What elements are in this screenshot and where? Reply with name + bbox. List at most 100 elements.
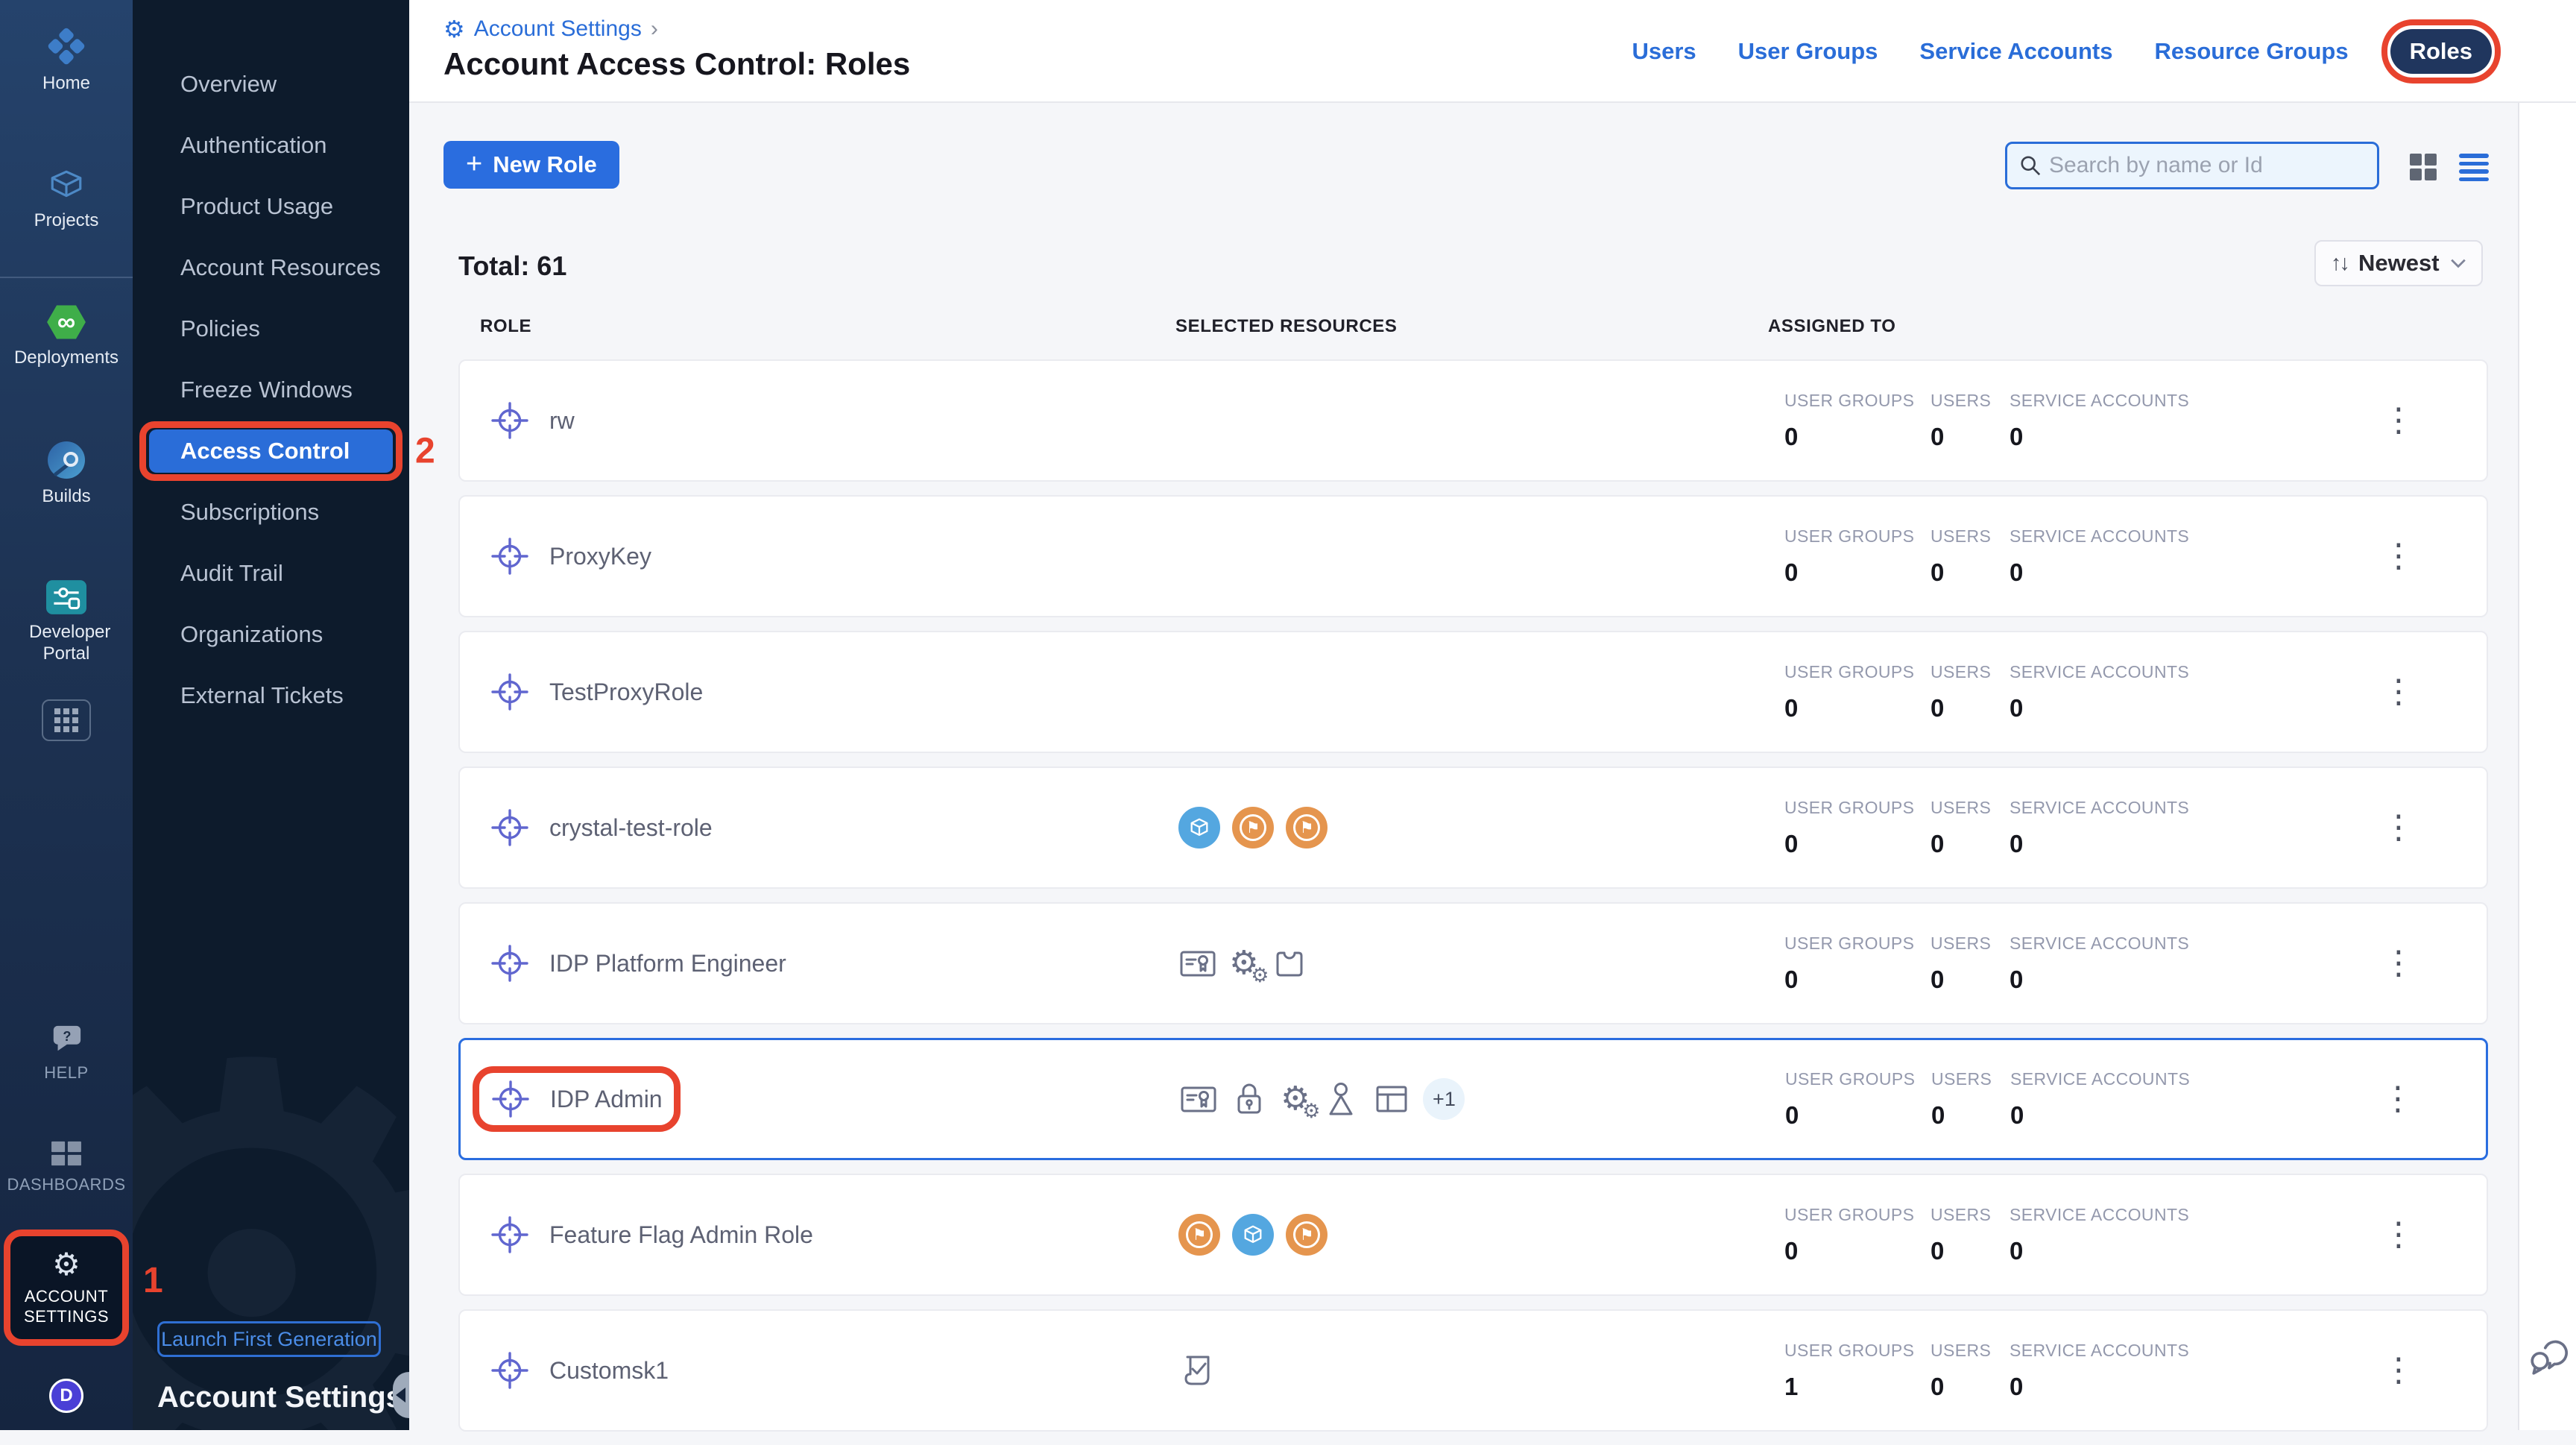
- sidebar-item-external-tickets[interactable]: External Tickets: [133, 665, 409, 726]
- main-content: ⚙ Account Settings › Account Access Cont…: [409, 0, 2576, 1430]
- kebab-menu-icon[interactable]: ⋮: [2382, 1354, 2415, 1387]
- role-row[interactable]: ProxyKey USER GROUPS 0 USERS 0 SERVICE A…: [458, 495, 2488, 617]
- rail-item-projects[interactable]: Projects: [0, 166, 133, 232]
- stat-value-users: 0: [1931, 423, 2010, 451]
- rail-label: HELP: [44, 1063, 88, 1083]
- role-row[interactable]: Customsk1 USER GROUPS 1 USERS 0 SERVICE …: [458, 1309, 2488, 1432]
- role-name: IDP Admin: [550, 1086, 663, 1113]
- role-assigned-to: USER GROUPS 1 USERS 0 SERVICE ACCOUNTS 0: [1771, 1341, 2487, 1401]
- rail-item-account-settings[interactable]: ⚙ ACCOUNT SETTINGS 1: [9, 1236, 124, 1339]
- chevron-right-icon: ›: [651, 16, 658, 42]
- plus-icon: +: [466, 150, 482, 178]
- role-row[interactable]: rw USER GROUPS 0 USERS 0 SERVICE ACCOUNT…: [458, 359, 2488, 482]
- role-row[interactable]: TestProxyRole USER GROUPS 0 USERS 0 SERV…: [458, 631, 2488, 753]
- role-cell: Customsk1: [460, 1350, 1178, 1391]
- stat-group: USER GROUPS 0: [1784, 526, 1931, 587]
- chevron-down-icon: [2450, 258, 2466, 268]
- kebab-menu-icon[interactable]: ⋮: [2381, 1083, 2414, 1115]
- role-row[interactable]: crystal-test-role ⚑⚑ USER GROUPS 0 USERS…: [458, 766, 2488, 889]
- flag-orange-icon: ⚑: [1178, 1214, 1220, 1256]
- sidebar-item-audit-trail[interactable]: Audit Trail: [133, 543, 409, 604]
- stat-group: USERS 0: [1931, 391, 2010, 451]
- kebab-menu-icon[interactable]: ⋮: [2382, 676, 2415, 708]
- tab-users[interactable]: Users: [1632, 38, 1696, 65]
- column-header-selected-resources: SELECTED RESOURCES: [1175, 316, 1398, 337]
- role-identity[interactable]: Feature Flag Admin Role: [490, 1215, 813, 1255]
- role-name: Feature Flag Admin Role: [549, 1221, 813, 1249]
- kebab-menu-icon[interactable]: ⋮: [2382, 540, 2415, 573]
- tab-user-groups[interactable]: User Groups: [1738, 38, 1878, 65]
- gear-icon: ⚙: [52, 1249, 80, 1280]
- role-cell: Feature Flag Admin Role: [460, 1215, 1178, 1255]
- role-identity[interactable]: rw: [490, 400, 575, 441]
- settings-gear-icon: ⚙: [443, 17, 465, 41]
- flag-orange-icon: ⚑: [1232, 807, 1274, 849]
- kebab-menu-icon[interactable]: ⋮: [2382, 811, 2415, 844]
- rail-label: Home: [42, 73, 90, 95]
- check-doc-icon: [1178, 1351, 1217, 1390]
- role-row[interactable]: Feature Flag Admin Role ⚑⚑ USER GROUPS 0…: [458, 1174, 2488, 1296]
- role-identity[interactable]: ProxyKey: [490, 536, 651, 576]
- tab-service-accounts[interactable]: Service Accounts: [1919, 38, 2112, 65]
- stat-value-user-groups: 0: [1784, 558, 1931, 587]
- launch-first-generation-button[interactable]: Launch First Generation: [157, 1321, 381, 1357]
- sidebar-item-label: Access Control: [180, 438, 350, 465]
- role-identity[interactable]: IDP Platform Engineer: [490, 943, 786, 983]
- role-row[interactable]: IDP Platform Engineer ⚙⚙ USER GROUPS 0 U…: [458, 902, 2488, 1024]
- sidebar-item-authentication[interactable]: Authentication: [133, 115, 409, 176]
- stat-group: SERVICE ACCOUNTS 0: [2010, 662, 2189, 722]
- role-row[interactable]: IDP Admin ⚙⚙+1 USER GROUPS 0 USERS 0 SER…: [458, 1038, 2488, 1160]
- sidebar-item-freeze-windows[interactable]: Freeze Windows: [133, 359, 409, 421]
- support-chat-icon[interactable]: [2527, 1333, 2573, 1376]
- tab-bar: Users User Groups Service Accounts Resou…: [1632, 0, 2492, 103]
- rail-item-home[interactable]: Home: [0, 27, 133, 95]
- role-identity[interactable]: IDP Admin: [490, 1079, 663, 1119]
- sidebar-item-access-control[interactable]: Access Control 2: [149, 429, 393, 473]
- rail-item-dashboards[interactable]: DASHBOARDS: [0, 1139, 133, 1194]
- sidebar-item-product-usage[interactable]: Product Usage: [133, 176, 409, 237]
- layout-icon: [1372, 1080, 1411, 1118]
- rail-item-help[interactable]: ? HELP: [0, 1023, 133, 1083]
- new-role-button[interactable]: + New Role: [443, 141, 619, 189]
- sidebar-item-subscriptions[interactable]: Subscriptions: [133, 482, 409, 543]
- kebab-menu-icon[interactable]: ⋮: [2382, 1218, 2415, 1251]
- developer-portal-icon: [46, 580, 86, 614]
- kebab-menu-icon[interactable]: ⋮: [2382, 404, 2415, 437]
- sidebar-item-overview[interactable]: Overview: [133, 54, 409, 115]
- stat-value-service-accounts: 0: [2010, 423, 2189, 451]
- sidebar-item-organizations[interactable]: Organizations: [133, 604, 409, 665]
- stat-label: USER GROUPS: [1784, 934, 1931, 954]
- sidebar-item-account-resources[interactable]: Account Resources: [133, 237, 409, 298]
- kebab-menu-icon[interactable]: ⋮: [2382, 947, 2415, 980]
- annotation-step-2: 2: [415, 431, 435, 472]
- stat-value-service-accounts: 0: [2010, 1373, 2189, 1401]
- role-name: Customsk1: [549, 1357, 669, 1385]
- list-view-toggle-icon[interactable]: [2459, 154, 2489, 181]
- sort-dropdown[interactable]: ↑↓ Newest: [2314, 240, 2483, 286]
- breadcrumb-link-account-settings[interactable]: Account Settings: [474, 16, 642, 42]
- tab-resource-groups[interactable]: Resource Groups: [2154, 38, 2348, 65]
- stat-group: SERVICE ACCOUNTS 0: [2010, 798, 2189, 858]
- ticket-icon: [1270, 944, 1309, 983]
- stat-group: SERVICE ACCOUNTS 0: [2010, 1069, 2190, 1130]
- grid-view-toggle-icon[interactable]: [2410, 154, 2438, 180]
- stat-value-service-accounts: 0: [2010, 830, 2189, 858]
- tab-roles[interactable]: Roles: [2390, 29, 2492, 74]
- resource-overflow-badge[interactable]: +1: [1423, 1078, 1465, 1120]
- rail-item-developer-portal[interactable]: Developer Portal: [0, 580, 133, 665]
- role-name: rw: [549, 407, 575, 435]
- rail-item-builds[interactable]: Builds: [0, 441, 133, 508]
- role-identity[interactable]: crystal-test-role: [490, 808, 713, 848]
- role-identity[interactable]: TestProxyRole: [490, 672, 703, 712]
- sidebar-collapse-handle[interactable]: [393, 1372, 409, 1418]
- home-icon: [47, 27, 86, 66]
- stat-group: USER GROUPS 0: [1784, 662, 1931, 722]
- rail-module-picker[interactable]: [0, 699, 133, 741]
- search-input[interactable]: [2049, 153, 2365, 178]
- role-selected-resources: ⚙⚙+1: [1179, 1078, 1772, 1120]
- role-identity[interactable]: Customsk1: [490, 1350, 669, 1391]
- stat-value-users: 0: [1931, 830, 2010, 858]
- user-avatar[interactable]: D: [49, 1379, 83, 1413]
- rail-item-deployments[interactable]: ∞ Deployments: [0, 304, 133, 369]
- sidebar-item-policies[interactable]: Policies: [133, 298, 409, 359]
